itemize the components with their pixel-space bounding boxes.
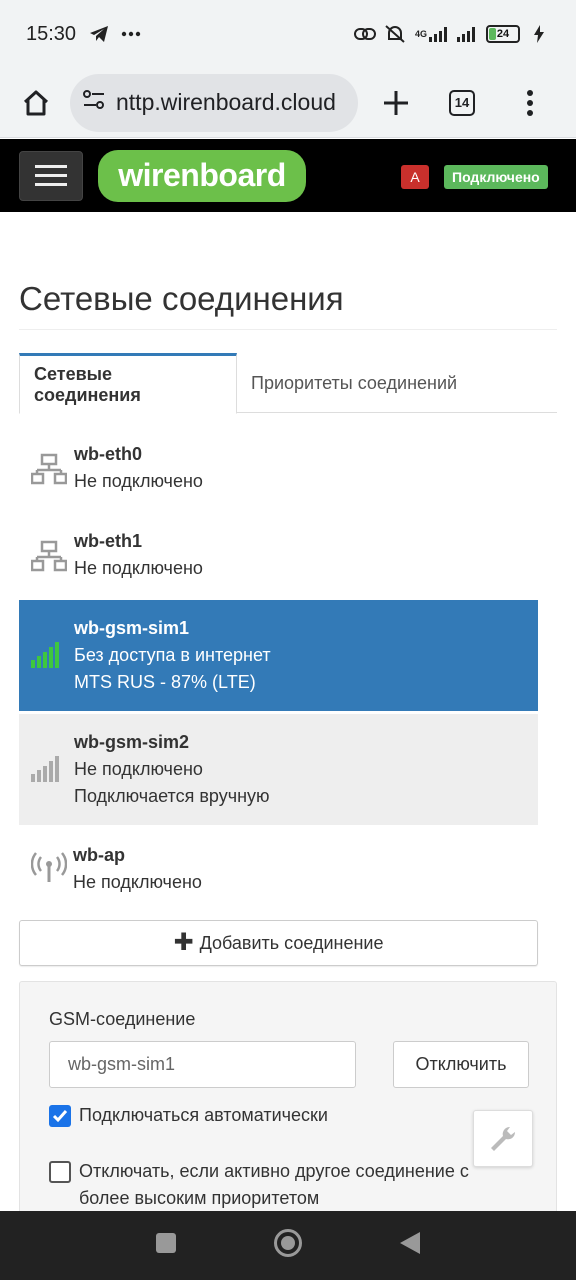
connection-settings-panel: GSM-соединение wb-gsm-sim1 Отключить Под… [19,981,557,1221]
tab-switcher-button[interactable]: 14 [440,81,484,125]
menu-button[interactable] [508,81,552,125]
connection-detail: Подключается вручную [74,786,270,806]
plus-icon: ✚ [173,929,194,956]
tab-connection-priorities[interactable]: Приоритеты соединений [237,353,471,413]
browser-toolbar: nttp.wirenboard.cloud 14 [0,68,576,138]
link-icon [354,23,376,45]
auto-connect-label: Подключаться автоматически [79,1105,328,1125]
home-circle-icon[interactable] [273,1228,303,1263]
signal-bars-icon [31,754,65,787]
4g-signal-icon: 4G [414,23,448,45]
add-connection-label: Добавить соединение [199,932,384,953]
connection-name: wb-gsm-sim1 [74,618,190,638]
advanced-settings-button[interactable] [473,1110,533,1167]
disable-if-other-label: Отключать, если активно другое соединени… [79,1161,469,1208]
more-dots-icon [120,23,142,45]
disable-if-other-row: Отключать, если активно другое соединени… [49,1158,469,1212]
url-text: nttp.wirenboard.cloud [116,89,336,115]
ethernet-icon [30,540,68,577]
auto-connect-row: Подключаться автоматически [49,1102,328,1129]
url-bar[interactable]: nttp.wirenboard.cloud [70,73,358,132]
connection-name: wb-ap [73,845,125,865]
add-connection-button[interactable]: ✚ Добавить соединение [19,920,538,966]
back-icon[interactable] [399,1231,421,1260]
connection-status: Не подключено [74,558,203,578]
title-divider [19,329,557,330]
site-settings-icon[interactable] [82,89,106,116]
tab-bar: Сетевые соединения Приоритеты соединений [19,353,557,414]
wifi-antenna-icon [30,852,68,889]
connection-item-wb-eth1[interactable]: wb-eth1 Не подключено [19,528,538,600]
connection-status: Не подключено [74,471,203,491]
ethernet-icon [30,453,68,490]
connection-name: wb-eth0 [74,444,143,464]
wrench-icon [491,1126,516,1151]
panel-label: GSM-соединение [49,1009,196,1029]
charging-icon [528,23,550,45]
connection-status-badge: Подключено [444,165,548,189]
connection-item-wb-ap[interactable]: wb-ap Не подключено [19,842,538,914]
menu-icon [527,89,533,116]
connection-item-wb-eth0[interactable]: wb-eth0 Не подключено [19,441,538,513]
disable-if-other-checkbox[interactable] [49,1161,71,1183]
connection-name-field[interactable]: wb-gsm-sim1 [49,1041,356,1088]
connection-status: Не подключено [73,872,202,892]
home-icon [23,90,49,115]
battery-icon: 24 [486,25,520,43]
connection-status: Без доступа в интернет [74,645,271,665]
home-button[interactable] [14,81,58,125]
connection-item-wb-gsm-sim1[interactable]: wb-gsm-sim1 Без доступа в интернет MTS R… [19,600,538,711]
connection-name: wb-eth1 [74,531,143,551]
connection-status: Не подключено [74,759,203,779]
mute-icon [384,23,406,45]
telegram-icon [88,23,110,45]
status-bar: 15:30 4G 24 [0,0,576,68]
hamburger-menu-button[interactable] [19,150,83,201]
connection-detail: MTS RUS - 87% (LTE) [74,672,256,692]
status-time: 15:30 [26,22,77,45]
disconnect-button[interactable]: Отключить [393,1041,529,1088]
signal-bars-icon [31,640,65,673]
connection-name: wb-gsm-sim2 [74,732,190,752]
auto-connect-checkbox[interactable] [49,1105,71,1127]
wirenboard-logo[interactable]: wirenboard [98,149,306,202]
alert-badge[interactable]: A [401,165,429,189]
recents-icon[interactable] [155,1232,177,1259]
tab-network-connections[interactable]: Сетевые соединения [19,353,237,414]
tab-count: 14 [449,89,475,116]
new-tab-icon [384,90,408,115]
new-tab-button[interactable] [374,81,418,125]
connection-item-wb-gsm-sim2[interactable]: wb-gsm-sim2 Не подключено Подключается в… [19,714,538,825]
signal-icon [456,23,478,45]
page-title: Сетевые соединения [19,280,344,317]
android-nav-bar [0,1211,576,1280]
